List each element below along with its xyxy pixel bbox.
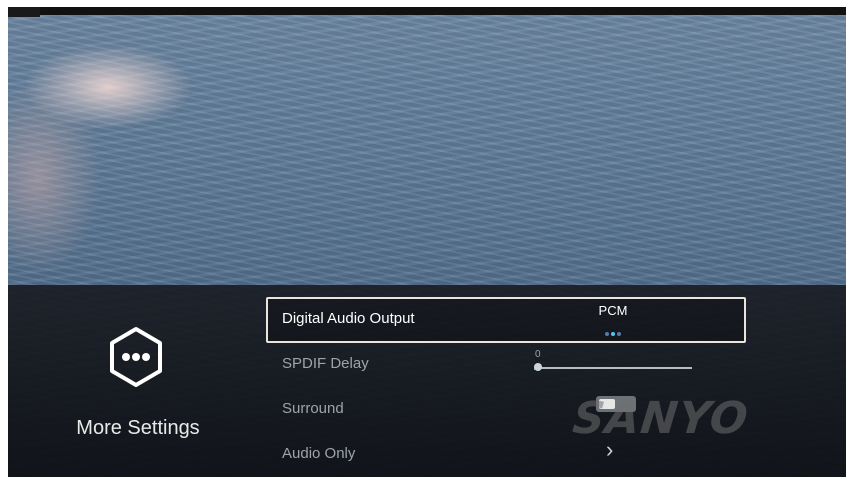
- more-settings-header: More Settings: [48, 325, 228, 455]
- setting-label: Surround: [282, 400, 344, 417]
- more-dots-icon: [110, 327, 162, 387]
- setting-value: PCM: [598, 303, 628, 318]
- delay-slider[interactable]: [534, 363, 692, 371]
- option-dot: [605, 332, 609, 336]
- option-dot: [617, 332, 621, 336]
- slider-value: 0: [535, 349, 541, 360]
- setting-label: SPDIF Delay: [282, 355, 369, 372]
- more-settings-label: More Settings: [76, 417, 200, 439]
- settings-panel: More Settings Digital Audio Output PCM S…: [8, 285, 846, 477]
- tv-screen: More Settings Digital Audio Output PCM S…: [8, 7, 846, 477]
- slider-knob[interactable]: [534, 363, 542, 371]
- corner-indicator: [8, 7, 40, 17]
- setting-label: Digital Audio Output: [282, 310, 415, 327]
- setting-digital-audio-output[interactable]: Digital Audio Output PCM: [266, 297, 746, 343]
- setting-label: Audio Only: [282, 445, 356, 462]
- brand-logo: SANYO: [570, 393, 751, 444]
- option-dot-selected: [611, 332, 615, 336]
- top-bar: [8, 7, 846, 15]
- setting-spdif-delay[interactable]: SPDIF Delay 0: [266, 343, 742, 385]
- option-indicator-dots: [605, 323, 629, 336]
